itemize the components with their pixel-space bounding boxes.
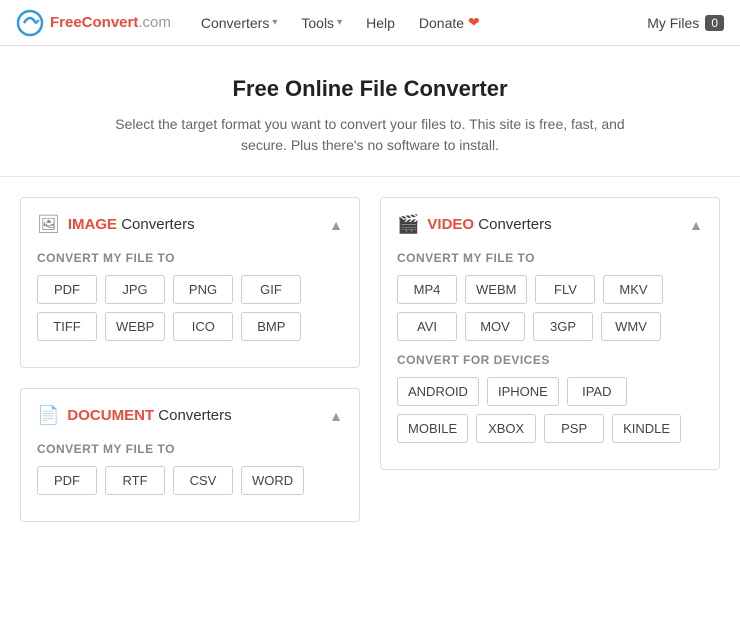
document-format-grid: PDF RTF CSV WORD	[37, 466, 343, 495]
logo[interactable]: FreeConvert.com	[16, 9, 171, 37]
doc-format-pdf[interactable]: PDF	[37, 466, 97, 495]
video-converter-card: 🎬 VIDEO Converters ▲ Convert My File To …	[380, 197, 720, 470]
device-xbox[interactable]: XBOX	[476, 414, 536, 443]
image-card-title: 🖼 IMAGE Converters	[37, 214, 195, 235]
video-collapse-icon[interactable]: ▲	[689, 217, 703, 233]
main-content: 🖼 IMAGE Converters ▲ Convert My File To …	[0, 177, 740, 542]
video-format-mkv[interactable]: MKV	[603, 275, 663, 304]
image-format-png[interactable]: PNG	[173, 275, 233, 304]
video-convert-label: Convert My File To	[397, 251, 703, 265]
donate-button[interactable]: Donate ❤	[409, 8, 490, 37]
header: FreeConvert.com Converters ▾ Tools ▾ Hel…	[0, 0, 740, 46]
image-format-gif[interactable]: GIF	[241, 275, 301, 304]
video-format-mp4[interactable]: MP4	[397, 275, 457, 304]
device-kindle[interactable]: KINDLE	[612, 414, 681, 443]
image-collapse-icon[interactable]: ▲	[329, 217, 343, 233]
page-title: Free Online File Converter	[20, 76, 720, 102]
video-card-title: 🎬 VIDEO Converters	[397, 214, 552, 235]
heart-icon: ❤	[468, 14, 480, 31]
image-format-jpg[interactable]: JPG	[105, 275, 165, 304]
doc-format-word[interactable]: WORD	[241, 466, 304, 495]
device-mobile[interactable]: MOBILE	[397, 414, 468, 443]
left-column: 🖼 IMAGE Converters ▲ Convert My File To …	[20, 197, 360, 522]
video-format-grid: MP4 WEBM FLV MKV AVI MOV 3GP WMV	[397, 275, 703, 341]
converters-chevron-icon: ▾	[272, 17, 277, 28]
video-format-webm[interactable]: WEBM	[465, 275, 527, 304]
image-converter-card: 🖼 IMAGE Converters ▲ Convert My File To …	[20, 197, 360, 368]
doc-format-rtf[interactable]: RTF	[105, 466, 165, 495]
video-format-mov[interactable]: MOV	[465, 312, 525, 341]
doc-format-csv[interactable]: CSV	[173, 466, 233, 495]
image-format-pdf[interactable]: PDF	[37, 275, 97, 304]
video-card-icon: 🎬	[397, 214, 419, 235]
document-collapse-icon[interactable]: ▲	[329, 408, 343, 424]
video-devices-grid: ANDROID IPHONE IPAD MOBILE XBOX PSP KIND…	[397, 377, 703, 443]
logo-text: FreeConvert.com	[50, 14, 171, 31]
logo-icon	[16, 9, 44, 37]
nav-tools[interactable]: Tools ▾	[291, 9, 352, 37]
image-format-webp[interactable]: WEBP	[105, 312, 165, 341]
video-format-avi[interactable]: AVI	[397, 312, 457, 341]
device-android[interactable]: ANDROID	[397, 377, 479, 406]
video-card-header: 🎬 VIDEO Converters ▲	[397, 214, 703, 235]
hero-section: Free Online File Converter Select the ta…	[0, 46, 740, 177]
image-convert-label: Convert My File To	[37, 251, 343, 265]
main-nav: Converters ▾ Tools ▾ Help Donate ❤	[191, 8, 647, 37]
document-converter-card: 📄 DOCUMENT Converters ▲ Convert My File …	[20, 388, 360, 522]
hero-subtitle: Select the target format you want to con…	[110, 114, 630, 156]
device-psp[interactable]: PSP	[544, 414, 604, 443]
device-ipad[interactable]: IPAD	[567, 377, 627, 406]
video-devices-label: Convert for devices	[397, 353, 703, 367]
my-files-count: 0	[705, 15, 724, 31]
image-card-header: 🖼 IMAGE Converters ▲	[37, 214, 343, 235]
image-card-icon: 🖼	[37, 214, 60, 235]
device-iphone[interactable]: IPHONE	[487, 377, 559, 406]
nav-converters[interactable]: Converters ▾	[191, 9, 288, 37]
my-files[interactable]: My Files 0	[647, 15, 724, 31]
document-card-icon: 📄	[37, 405, 59, 426]
document-card-header: 📄 DOCUMENT Converters ▲	[37, 405, 343, 426]
document-card-title: 📄 DOCUMENT Converters	[37, 405, 232, 426]
video-format-wmv[interactable]: WMV	[601, 312, 661, 341]
nav-help[interactable]: Help	[356, 9, 405, 37]
tools-chevron-icon: ▾	[337, 17, 342, 28]
image-format-tiff[interactable]: TIFF	[37, 312, 97, 341]
image-format-bmp[interactable]: BMP	[241, 312, 301, 341]
image-format-ico[interactable]: ICO	[173, 312, 233, 341]
video-format-3gp[interactable]: 3GP	[533, 312, 593, 341]
document-convert-label: Convert My File To	[37, 442, 343, 456]
video-format-flv[interactable]: FLV	[535, 275, 595, 304]
image-format-grid: PDF JPG PNG GIF TIFF WEBP ICO BMP	[37, 275, 343, 341]
right-column: 🎬 VIDEO Converters ▲ Convert My File To …	[380, 197, 720, 522]
